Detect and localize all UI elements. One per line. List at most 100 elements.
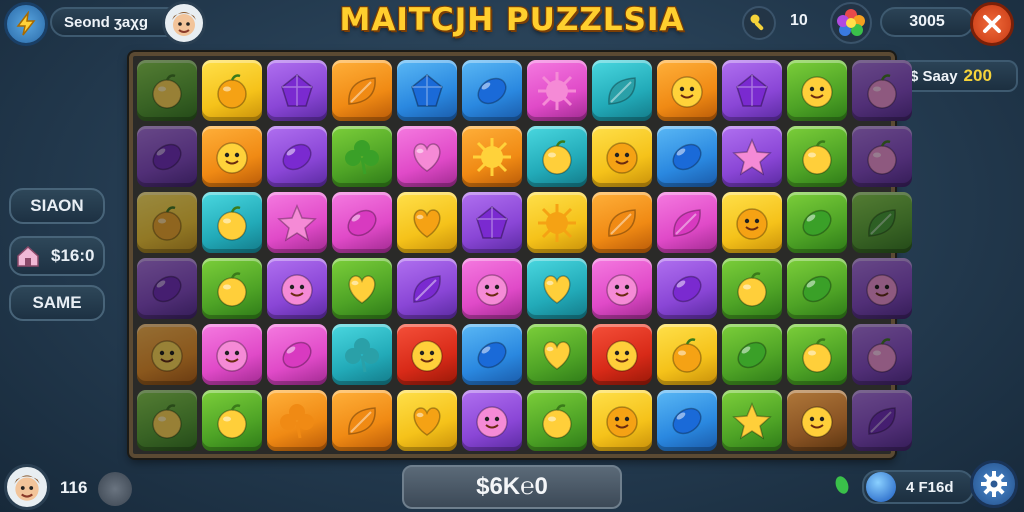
game-tile[interactable] xyxy=(722,192,782,253)
game-tile[interactable] xyxy=(787,60,847,121)
star-icon xyxy=(276,202,318,244)
game-tile[interactable] xyxy=(137,390,197,451)
game-tile[interactable] xyxy=(137,324,197,385)
gear-icon[interactable] xyxy=(970,460,1018,508)
game-tile[interactable] xyxy=(787,126,847,187)
game-tile[interactable] xyxy=(202,60,262,121)
currency-value: 200 xyxy=(963,66,992,85)
game-tile[interactable] xyxy=(592,390,652,451)
game-tile[interactable] xyxy=(527,126,587,187)
game-tile[interactable] xyxy=(527,60,587,121)
score-value: 3005 xyxy=(909,13,945,30)
face-icon xyxy=(601,400,643,442)
face-icon xyxy=(601,334,643,376)
game-tile[interactable] xyxy=(657,258,717,319)
game-tile[interactable] xyxy=(592,192,652,253)
game-tile[interactable] xyxy=(202,126,262,187)
game-tile[interactable] xyxy=(592,126,652,187)
game-tile[interactable] xyxy=(852,258,912,319)
game-tile[interactable] xyxy=(527,258,587,319)
face-icon xyxy=(211,136,253,178)
game-tile[interactable] xyxy=(397,192,457,253)
game-tile[interactable] xyxy=(267,324,327,385)
game-tile[interactable] xyxy=(852,60,912,121)
game-tile[interactable] xyxy=(657,192,717,253)
game-tile[interactable] xyxy=(722,60,782,121)
game-tile[interactable] xyxy=(527,192,587,253)
game-tile[interactable] xyxy=(462,192,522,253)
star-icon xyxy=(731,400,773,442)
green-gem-icon xyxy=(833,474,851,496)
game-tile[interactable] xyxy=(397,126,457,187)
game-tile[interactable] xyxy=(657,324,717,385)
game-tile[interactable] xyxy=(852,192,912,253)
game-tile[interactable] xyxy=(462,324,522,385)
game-tile[interactable] xyxy=(267,126,327,187)
game-tile[interactable] xyxy=(202,258,262,319)
game-tile[interactable] xyxy=(137,258,197,319)
game-tile[interactable] xyxy=(332,192,392,253)
game-tile[interactable] xyxy=(852,324,912,385)
game-tile[interactable] xyxy=(722,126,782,187)
game-tile[interactable] xyxy=(722,258,782,319)
game-tile[interactable] xyxy=(332,324,392,385)
game-tile[interactable] xyxy=(592,324,652,385)
key-icon[interactable] xyxy=(742,6,776,40)
game-tile[interactable] xyxy=(267,390,327,451)
fruit-icon xyxy=(146,202,188,244)
game-tile[interactable] xyxy=(852,126,912,187)
game-tile[interactable] xyxy=(137,126,197,187)
game-tile[interactable] xyxy=(462,258,522,319)
game-tile[interactable] xyxy=(267,60,327,121)
game-tile[interactable] xyxy=(332,126,392,187)
bean-icon xyxy=(471,70,513,112)
game-tile[interactable] xyxy=(852,390,912,451)
close-icon[interactable] xyxy=(970,2,1014,46)
game-tile[interactable] xyxy=(527,324,587,385)
lightning-icon[interactable] xyxy=(4,2,48,46)
game-tile[interactable] xyxy=(787,324,847,385)
center-value-button[interactable]: $6K℮0 xyxy=(402,465,622,509)
game-tile[interactable] xyxy=(202,192,262,253)
game-tile[interactable] xyxy=(267,258,327,319)
leaf-icon xyxy=(341,400,383,442)
game-tile[interactable] xyxy=(592,60,652,121)
game-tile[interactable] xyxy=(137,192,197,253)
game-tile[interactable] xyxy=(332,390,392,451)
currency-pill[interactable]: $ Saay 200 xyxy=(900,60,1018,92)
game-tile[interactable] xyxy=(332,60,392,121)
leaf-icon xyxy=(861,400,903,442)
avatar-icon[interactable] xyxy=(4,464,50,510)
game-tile[interactable] xyxy=(722,390,782,451)
face-icon xyxy=(731,202,773,244)
game-tile[interactable] xyxy=(397,258,457,319)
game-tile[interactable] xyxy=(462,390,522,451)
gems-pill[interactable]: 4 F16d xyxy=(862,470,974,504)
game-tile[interactable] xyxy=(267,192,327,253)
bean-icon xyxy=(731,334,773,376)
avatar-icon[interactable] xyxy=(162,1,206,45)
game-tile[interactable] xyxy=(787,192,847,253)
game-tile[interactable] xyxy=(202,390,262,451)
game-tile[interactable] xyxy=(657,60,717,121)
game-tile[interactable] xyxy=(462,126,522,187)
game-tile[interactable] xyxy=(397,390,457,451)
game-tile[interactable] xyxy=(787,390,847,451)
game-tile[interactable] xyxy=(462,60,522,121)
season-button[interactable]: SΙΑΟΝ xyxy=(9,188,105,224)
game-tile[interactable] xyxy=(722,324,782,385)
game-tile[interactable] xyxy=(657,126,717,187)
game-tile[interactable] xyxy=(592,258,652,319)
heart-icon xyxy=(406,400,448,442)
game-tile[interactable] xyxy=(332,258,392,319)
game-tile[interactable] xyxy=(202,324,262,385)
bean-icon xyxy=(146,268,188,310)
game-tile[interactable] xyxy=(657,390,717,451)
game-tile[interactable] xyxy=(397,324,457,385)
game-tile[interactable] xyxy=(787,258,847,319)
game-tile[interactable] xyxy=(397,60,457,121)
game-tile[interactable] xyxy=(137,60,197,121)
game-button[interactable]: SAME xyxy=(9,285,105,321)
flower-icon[interactable] xyxy=(830,2,872,44)
game-tile[interactable] xyxy=(527,390,587,451)
